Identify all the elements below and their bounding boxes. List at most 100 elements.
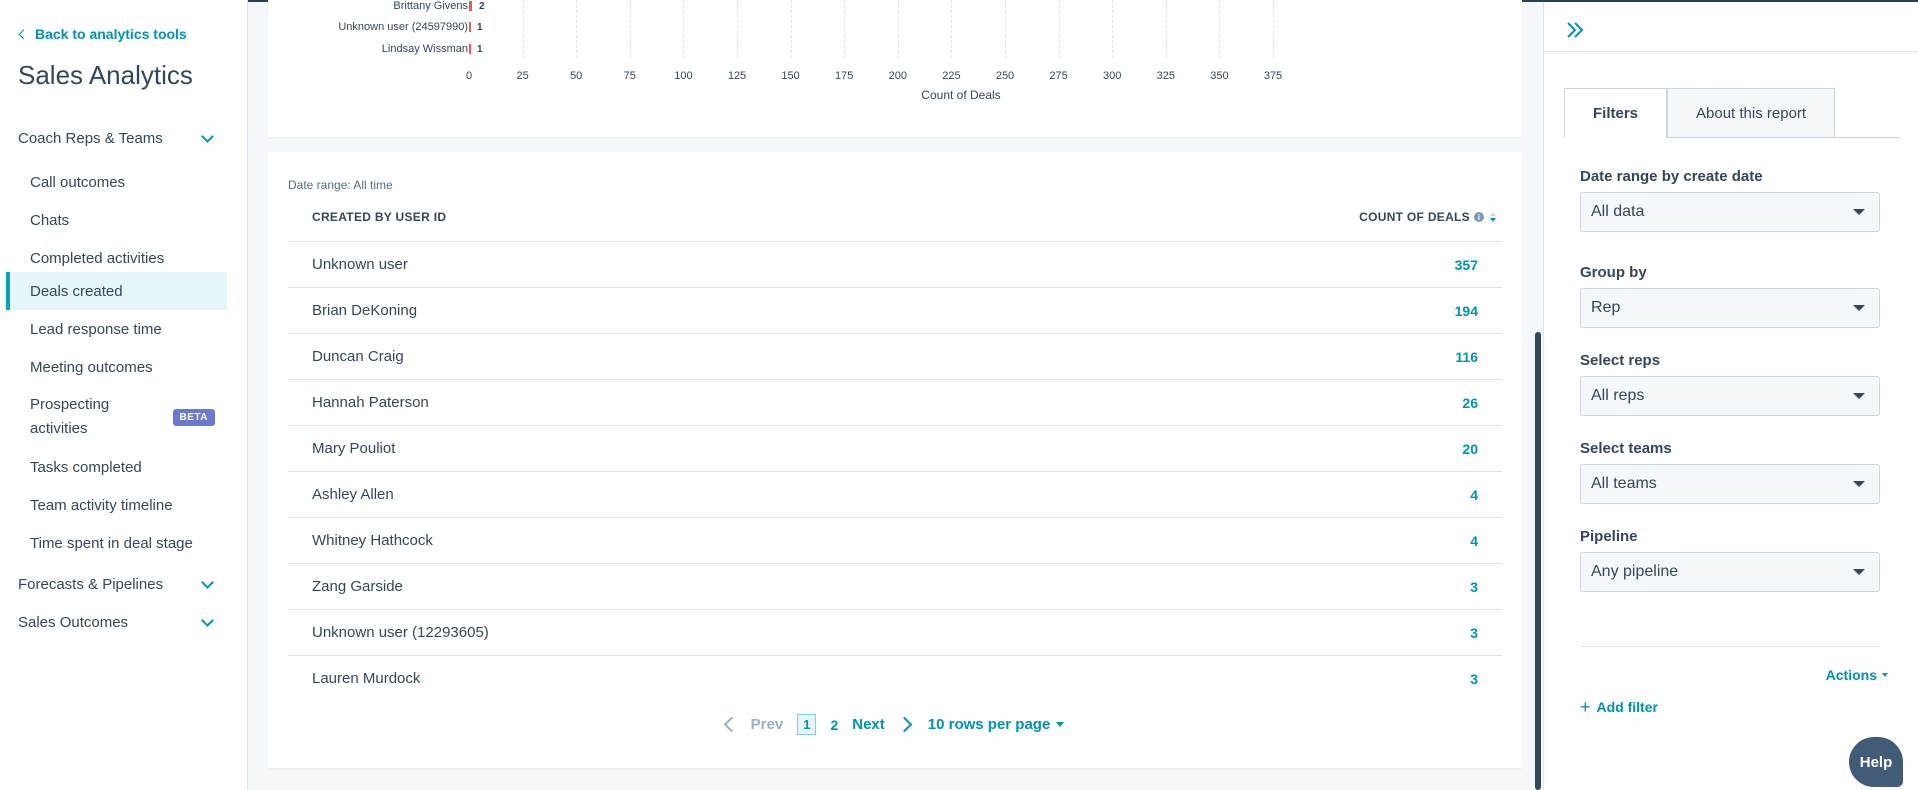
gridline [1165,0,1167,58]
x-axis-tick-label: 175 [835,70,854,82]
filter-panel: Filters About this report Date range by … [1543,2,1918,790]
sidebar-item-label: Tasks completed [30,458,142,476]
bar-label: Brittany Givens [393,0,468,12]
sidebar-item-label: Meeting outcomes [30,358,153,376]
cell-user: Hannah Paterson [312,394,429,411]
page-1-button[interactable]: 1 [797,714,817,735]
x-axis-tick-label: 25 [516,70,529,82]
cell-user: Zang Garside [312,578,403,595]
bar-label: Lindsay Wissman [381,43,468,55]
gridline [522,0,524,58]
collapse-panel-button[interactable] [1564,20,1588,40]
sidebar-item-chats[interactable]: Chats [6,201,227,239]
cell-count-link[interactable]: 3 [1470,579,1478,595]
cell-user: Unknown user [312,256,408,273]
sidebar-item-label: Deals created [30,282,123,300]
group-by-select[interactable]: Rep [1580,288,1880,328]
cell-count-link[interactable]: 3 [1470,625,1478,641]
table-row: Duncan Craig 116 [288,333,1502,379]
cell-count-link[interactable]: 4 [1470,533,1478,549]
select-reps-select[interactable]: All reps [1580,376,1880,416]
rows-per-page-label: 10 rows per page [927,716,1051,733]
cell-count-link[interactable]: 3 [1470,671,1478,687]
bar[interactable] [469,44,471,54]
chevron-left-icon [723,716,739,733]
gridline [1005,0,1006,58]
table-row: Ashley Allen 4 [288,471,1502,517]
page-2-button[interactable]: 2 [830,717,838,733]
gridline [737,0,738,58]
column-header-count[interactable]: COUNT OF DEALS i [1359,210,1496,224]
x-axis-tick-label: 275 [1049,70,1068,82]
cell-count-link[interactable]: 357 [1455,257,1478,273]
chevron-down-icon [201,575,214,589]
gridline [1112,0,1114,58]
nav-group-sales-outcomes[interactable]: Sales Outcomes [18,613,218,631]
filter-label-select-reps: Select reps [1580,352,1661,369]
table-row: Brian DeKoning 194 [288,287,1502,333]
gridline [629,0,631,58]
rows-per-page-dropdown[interactable]: 10 rows per page [928,716,1065,733]
date-range-label: Date range: All time [288,178,393,192]
group-by-value: Rep [1591,299,1621,316]
bar-value-label: 1 [477,44,483,55]
bar[interactable] [469,1,472,11]
help-button[interactable]: Help [1849,737,1903,787]
table-row: Whitney Hathcock 4 [288,517,1502,563]
prev-page-button[interactable]: Prev [751,716,784,733]
sidebar-item-call-outcomes[interactable]: Call outcomes [6,163,227,201]
nav-group-label: Forecasts & Pipelines [18,576,164,593]
select-teams-select[interactable]: All teams [1580,464,1880,504]
sort-icon[interactable] [1490,212,1496,222]
sidebar-item-time-spent-in-deal-stage[interactable]: Time spent in deal stage [6,524,227,562]
cell-count-link[interactable]: 116 [1455,349,1478,365]
sidebar-item-label: Completed activities [30,249,165,267]
x-axis-tick-label: 50 [570,70,583,82]
table-row: Hannah Paterson 26 [288,379,1502,425]
gridline [1219,0,1221,58]
tab-filters[interactable]: Filters [1564,88,1668,138]
caret-down-icon [1853,481,1865,487]
sidebar: Back to analytics tools Sales Analytics … [0,0,248,790]
double-chevron-right-icon [1567,22,1584,38]
cell-count-link[interactable]: 194 [1455,303,1478,319]
sidebar-item-label: Time spent in deal stage [30,534,193,552]
next-page-button[interactable]: Next [852,716,885,733]
cell-count-link[interactable]: 4 [1470,487,1478,503]
page-title: Sales Analytics [18,60,193,90]
caret-down-icon [1853,305,1865,311]
pipeline-select[interactable]: Any pipeline [1580,552,1880,592]
sidebar-item-prospecting-activities[interactable]: Prospecting activities BETA [6,392,227,442]
sidebar-item-tasks-completed[interactable]: Tasks completed [6,448,227,486]
caret-down-icon [1853,393,1865,399]
sidebar-item-deals-created[interactable]: Deals created [6,272,227,310]
x-axis-title: Count of Deals [921,88,1001,102]
nav-group-label: Coach Reps & Teams [18,130,163,147]
actions-dropdown[interactable]: Actions [1826,667,1888,683]
nav-group-coach-reps-teams[interactable]: Coach Reps & Teams [18,129,218,147]
back-to-analytics-link[interactable]: Back to analytics tools [18,26,187,42]
cell-count-link[interactable]: 20 [1462,441,1478,457]
sidebar-item-meeting-outcomes[interactable]: Meeting outcomes [6,348,227,386]
gridline [897,0,899,58]
cell-count-link[interactable]: 26 [1462,395,1478,411]
sidebar-item-team-activity-timeline[interactable]: Team activity timeline [6,486,227,524]
gridline [576,0,578,58]
caret-down-icon [1853,209,1865,215]
add-filter-label: Add filter [1596,699,1658,715]
chevron-right-icon[interactable] [896,716,913,733]
nav-group-forecasts-pipelines[interactable]: Forecasts & Pipelines [18,575,218,593]
column-header-user[interactable]: CREATED BY USER ID [312,210,446,224]
main-scrollbar-thumb[interactable] [1535,332,1541,790]
x-axis-tick-label: 225 [942,70,961,82]
add-filter-button[interactable]: + Add filter [1580,698,1658,716]
date-range-select[interactable]: All data [1580,192,1880,232]
sidebar-item-label: Team activity timeline [30,496,173,514]
x-axis-tick-label: 350 [1210,70,1229,82]
bar[interactable] [469,22,471,32]
tab-about-this-report[interactable]: About this report [1667,88,1836,138]
cell-user: Brian DeKoning [312,302,418,319]
filter-label-select-teams: Select teams [1580,440,1672,457]
sidebar-item-lead-response-time[interactable]: Lead response time [6,310,227,348]
info-icon[interactable]: i [1474,212,1484,222]
